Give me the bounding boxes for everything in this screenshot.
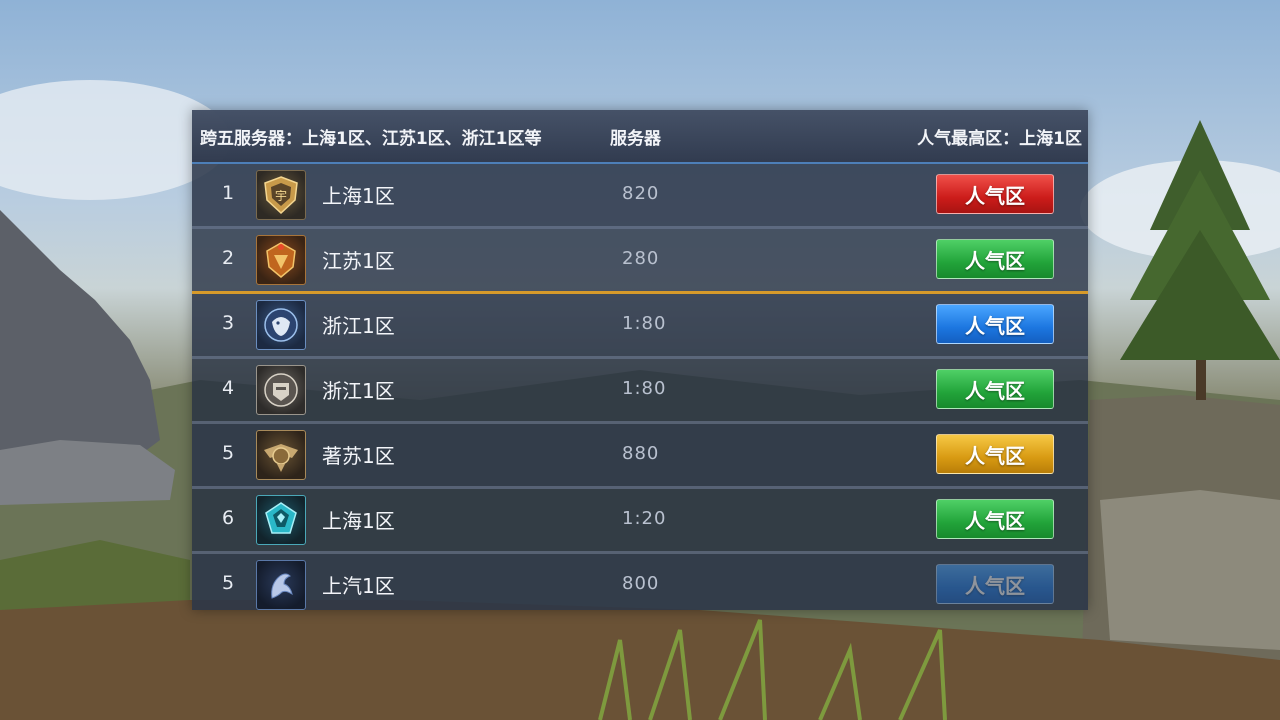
server-rank: 5 [221,442,235,464]
server-rank: 2 [221,247,235,269]
player-count: 1:80 [622,378,667,399]
player-count: 820 [622,183,660,204]
popular-zone-button[interactable]: 人气区 [936,239,1054,279]
server-row[interactable]: 1 宇 上海1区 820 人气区 [192,164,1088,229]
player-count: 880 [622,443,660,464]
server-row[interactable]: 4 浙江1区 1:80 人气区 [192,359,1088,424]
server-name: 江苏1区 [322,249,395,273]
player-count: 1:80 [622,313,667,334]
server-row[interactable]: 3 浙江1区 1:80 人气区 [192,294,1088,359]
server-row[interactable]: 2 江苏1区 280 人气区 [192,229,1088,294]
server-name: 浙江1区 [322,379,395,403]
server-row[interactable]: 6 上海1区 1:20 人气区 [192,489,1088,554]
server-name: 上海1区 [322,509,395,533]
server-ranking-panel: 跨五服务器：上海1区、江苏1区、浙江1区等 服务器 人气最高区：上海1区 1 宇… [192,110,1088,610]
dragon-emblem-icon [256,560,306,610]
game-scene: 跨五服务器：上海1区、江苏1区、浙江1区等 服务器 人气最高区：上海1区 1 宇… [0,0,1280,720]
crest-emblem-icon [256,235,306,285]
player-count: 280 [622,248,660,269]
server-rank: 5 [221,572,235,594]
server-name: 浙江1区 [322,314,395,338]
server-row[interactable]: 5 上汽1区 800 人气区 [192,554,1088,610]
popular-zone-button[interactable]: 人气区 [936,564,1054,604]
popular-zone-button[interactable]: 人气区 [936,434,1054,474]
popular-zone-button[interactable]: 人气区 [936,174,1054,214]
server-rank: 6 [221,507,235,529]
server-name: 上海1区 [322,184,395,208]
server-list: 1 宇 上海1区 820 人气区 2 江苏1区 280 人气区 3 浙江1区 1… [192,164,1088,610]
helmet-emblem-icon [256,365,306,415]
cross-server-summary: 跨五服务器：上海1区、江苏1区、浙江1区等 [200,129,542,149]
svg-text:宇: 宇 [275,189,287,203]
shield-emblem-icon: 宇 [256,170,306,220]
wings-emblem-icon [256,430,306,480]
most-popular-server: 人气最高区：上海1区 [917,129,1082,149]
server-rank: 3 [221,312,235,334]
popular-zone-button[interactable]: 人气区 [936,304,1054,344]
player-count: 1:20 [622,508,667,529]
wolf-emblem-icon [256,300,306,350]
server-rank: 4 [221,377,235,399]
popular-zone-button[interactable]: 人气区 [936,499,1054,539]
player-count: 800 [622,573,660,594]
panel-header: 跨五服务器：上海1区、江苏1区、浙江1区等 服务器 人气最高区：上海1区 [192,110,1088,164]
server-column-header: 服务器 [610,129,661,149]
server-rank: 1 [221,182,235,204]
crystal-emblem-icon [256,495,306,545]
server-row[interactable]: 5 著苏1区 880 人气区 [192,424,1088,489]
server-name: 上汽1区 [322,574,395,598]
server-name: 著苏1区 [322,444,395,468]
popular-zone-button[interactable]: 人气区 [936,369,1054,409]
